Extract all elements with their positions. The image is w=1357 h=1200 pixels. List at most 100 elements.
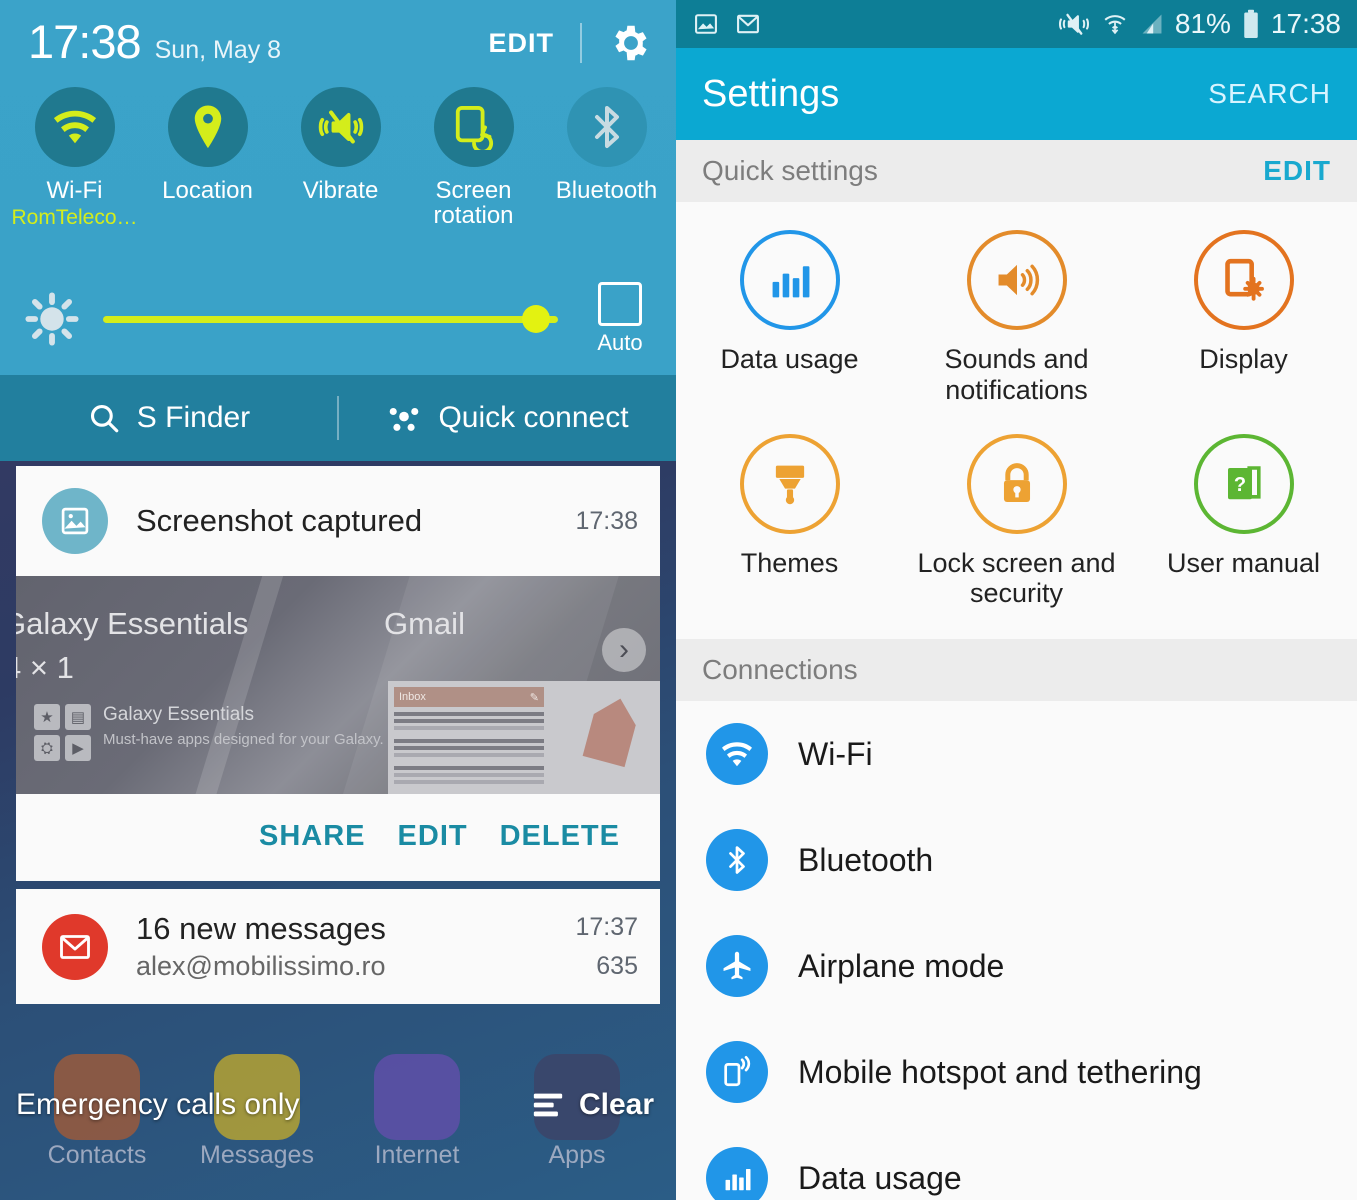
quick-setting-display[interactable]: Display [1130, 218, 1357, 422]
screenshot-preview[interactable]: Galaxy Essentials 4 × 1 Gmail ★ ▤ ⛭ ▶ Ga… [16, 576, 660, 794]
clear-all-button[interactable]: Clear [531, 1088, 654, 1122]
quick-panel: 17:38 Sun, May 8 EDIT Wi-Fi RomTeleco… L… [0, 0, 676, 461]
settings-item-label: Wi-Fi [798, 735, 873, 772]
wifi-icon [1101, 11, 1129, 37]
bluetooth-icon [706, 829, 768, 892]
quick-toggle-row: Wi-Fi RomTeleco… Location Vibrate Screen… [0, 65, 676, 230]
dock-row: Contacts Messages Internet Apps [0, 1050, 676, 1200]
quick-toggle-vibrate[interactable]: Vibrate [274, 87, 407, 230]
quick-toggle-location[interactable]: Location [141, 87, 274, 230]
quick-toggle-screen-rotation[interactable]: Screen rotation [407, 87, 540, 230]
quick-setting-user-manual[interactable]: ? User manual [1130, 422, 1357, 626]
notification-screenshot[interactable]: Screenshot captured 17:38 Galaxy Essenti… [16, 466, 660, 881]
clock-time: 17:38 [28, 15, 142, 68]
chevron-right-icon[interactable]: › [602, 628, 646, 672]
status-bar-clock: 17:38 [1270, 8, 1341, 39]
s-finder-label: S Finder [136, 401, 251, 434]
bar-chart-icon [739, 230, 840, 330]
notification-text: 16 new messages alex@mobilissimo.ro [136, 911, 575, 982]
preview-essentials-text: Galaxy Essentials Must-have apps designe… [103, 704, 384, 748]
auto-brightness-label: Auto [597, 330, 643, 355]
quick-setting-label: Display [1199, 344, 1288, 374]
quick-toggle-label-vibrate: Vibrate [302, 177, 379, 204]
quick-connect-icon [386, 401, 422, 435]
notification-title: Screenshot captured [136, 503, 423, 538]
battery-percent-label: 81% [1174, 8, 1231, 39]
edit-toggles-button[interactable]: EDIT [488, 28, 554, 59]
quick-connect-label: Quick connect [438, 401, 629, 434]
search-button[interactable]: SEARCH [1208, 78, 1331, 110]
bar-chart-icon [706, 1147, 768, 1200]
notification-list: Screenshot captured 17:38 Galaxy Essenti… [0, 461, 676, 1012]
dock-icon-internet[interactable] [374, 1054, 460, 1140]
quick-toggle-label-bluetooth: Bluetooth [555, 177, 658, 204]
notification-subtitle: alex@mobilissimo.ro [136, 951, 386, 981]
image-icon [42, 488, 108, 554]
clear-all-label: Clear [578, 1088, 654, 1121]
notification-actions: SHARE EDIT DELETE [16, 794, 660, 881]
status-bar: 81% 17:38 [676, 0, 1357, 48]
speaker-icon [966, 230, 1067, 330]
dual-screenshot: Contacts Messages Internet Apps 17:38 Su… [0, 0, 1357, 1200]
brightness-slider[interactable] [103, 299, 558, 339]
quick-toggle-wifi[interactable]: Wi-Fi RomTeleco… [8, 87, 141, 230]
edit-button[interactable]: EDIT [382, 820, 484, 853]
gmail-icon [42, 913, 108, 980]
settings-item-airplane-mode[interactable]: Airplane mode [676, 913, 1357, 1019]
preview-widget-size: 4 × 1 [16, 650, 74, 685]
display-settings-icon [1193, 230, 1294, 330]
search-icon [87, 401, 121, 435]
preview-widget-name: Galaxy Essentials [103, 704, 255, 725]
share-button[interactable]: SHARE [243, 820, 382, 853]
status-bar-notifications [692, 10, 762, 38]
preview-tag-thumb [546, 681, 660, 794]
preview-line [394, 719, 544, 723]
brightness-knob[interactable] [522, 305, 550, 333]
vibrate-mute-icon [300, 87, 381, 167]
wifi-icon [34, 87, 115, 167]
airplane-icon [706, 935, 768, 998]
quick-settings-grid: Data usage Sounds and notifications Disp… [676, 202, 1357, 640]
screen-rotation-icon [433, 87, 514, 167]
delete-button[interactable]: DELETE [484, 820, 636, 853]
preview-line [394, 766, 544, 770]
preview-line [394, 780, 544, 784]
quick-setting-themes[interactable]: Themes [676, 422, 903, 626]
quick-setting-sounds-and-notifications[interactable]: Sounds and notifications [903, 218, 1130, 422]
preview-widget-desc: Must-have apps designed for your Galaxy. [103, 731, 384, 748]
quick-setting-data-usage[interactable]: Data usage [676, 218, 903, 422]
edit-quick-settings-button[interactable]: EDIT [1263, 155, 1331, 187]
gamepad-icon: ⛭ [34, 735, 60, 761]
quick-setting-label: User manual [1166, 547, 1321, 578]
status-bar-system: 81% 17:38 [1057, 8, 1341, 40]
preview-gmail-thumb: Inbox ✎ [388, 681, 550, 794]
settings-item-label: Airplane mode [798, 947, 1005, 984]
settings-item-data-usage[interactable]: Data usage [676, 1125, 1357, 1200]
notification-header: Screenshot captured 17:38 [16, 466, 660, 576]
quick-connect-button[interactable]: Quick connect [339, 401, 676, 435]
settings-item-label: Data usage [798, 1159, 962, 1196]
settings-item-wifi[interactable]: Wi-Fi [676, 701, 1357, 807]
auto-brightness-toggle[interactable]: Auto [572, 282, 668, 356]
brightness-sun-icon [25, 292, 79, 346]
play-icon: ▶ [65, 735, 91, 761]
gear-icon[interactable] [608, 20, 654, 66]
notification-gmail[interactable]: 16 new messages alex@mobilissimo.ro 17:3… [16, 889, 660, 1004]
quick-setting-label: Lock screen and security [917, 547, 1116, 609]
quick-toggle-bluetooth[interactable]: Bluetooth [540, 87, 673, 230]
document-icon: ▤ [65, 704, 91, 730]
s-finder-button[interactable]: S Finder [0, 401, 337, 435]
quick-setting-lock-screen-and-security[interactable]: Lock screen and security [903, 422, 1130, 626]
location-pin-icon [167, 87, 248, 167]
quick-setting-label: Data usage [720, 344, 859, 374]
notification-title: 16 new messages [136, 911, 386, 946]
settings-item-label: Bluetooth [798, 841, 934, 878]
dock-label-apps: Apps [548, 1141, 606, 1169]
preview-gmail-rows [394, 712, 544, 784]
settings-item-mobile-hotspot-and-tethering[interactable]: Mobile hotspot and tethering [676, 1019, 1357, 1125]
settings-item-bluetooth[interactable]: Bluetooth [676, 807, 1357, 913]
quick-toggle-sub-wifi: RomTeleco… [11, 206, 138, 230]
gmail-icon [734, 10, 762, 38]
clock-date: Sun, May 8 [154, 36, 282, 64]
bluetooth-icon [566, 87, 647, 167]
